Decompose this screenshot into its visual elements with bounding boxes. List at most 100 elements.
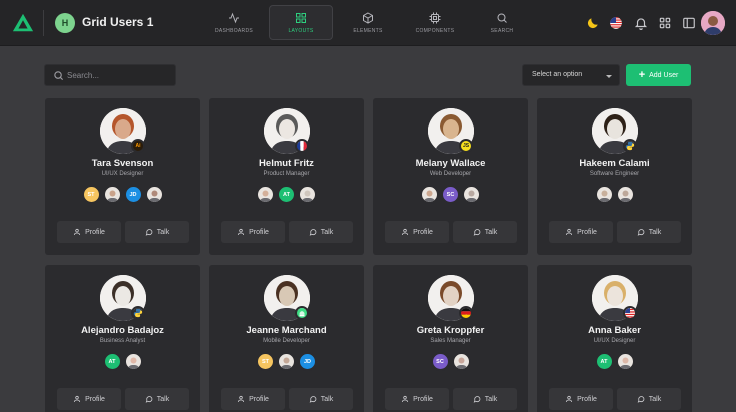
sidebar-toggle-icon [683,17,695,29]
select-value: Select an option [532,71,583,78]
talk-label: Talk [156,395,170,403]
talk-button[interactable]: Talk [617,388,681,410]
nav-label: COMPONENTS [415,27,455,34]
apps-button[interactable] [657,15,673,31]
workspace-avatar[interactable]: H [55,13,75,33]
talk-button[interactable]: Talk [289,388,353,410]
team-member-avatar[interactable] [144,185,164,204]
filter-select[interactable]: Select an option [522,64,620,86]
team-member-avatar[interactable] [298,185,317,204]
talk-label: Talk [648,228,662,236]
team-member-avatar[interactable] [451,352,471,371]
workspace-title: Grid Users 1 [82,15,154,29]
us-flag-badge-icon [623,306,637,320]
team-member-avatar[interactable] [123,352,143,371]
team-member-avatar[interactable]: ST [81,185,101,204]
team-member-avatar[interactable] [594,185,614,204]
profile-button[interactable]: Profile [549,388,613,410]
talk-button[interactable]: Talk [453,388,517,410]
nav-components[interactable]: COMPONENTS [403,5,467,40]
profile-button[interactable]: Profile [385,221,449,243]
search-field[interactable] [44,64,176,86]
user-avatar[interactable] [701,11,725,35]
team-member-avatar[interactable] [102,185,122,204]
talk-button[interactable]: Talk [125,388,189,410]
team-member-avatar[interactable]: SC [430,352,450,371]
user-card: Jeanne Marchand Mobile Developer ST JD Pr… [209,265,364,412]
add-user-button[interactable]: + Add User [626,64,691,86]
profile-button[interactable]: Profile [57,221,121,243]
profile-label: Profile [249,228,269,236]
team-member-avatar[interactable] [420,185,439,204]
theme-toggle[interactable] [585,15,601,31]
chat-icon [309,396,317,403]
profile-button[interactable]: Profile [221,221,285,243]
team-member-avatar[interactable]: AT [594,352,614,371]
team-member-avatar[interactable]: SC [441,185,460,204]
talk-button[interactable]: Talk [617,221,681,243]
logo-icon[interactable] [12,12,34,34]
user-photo [701,11,725,35]
nav-elements[interactable]: ELEMENTS [336,5,400,40]
team-member-avatar[interactable]: JD [123,185,143,204]
top-navbar: H Grid Users 1 DASHBOARDS LAYOUTS ELEMEN… [0,0,736,46]
de-flag-badge-icon [459,306,473,320]
notifications-button[interactable] [633,15,649,31]
team-member-avatar[interactable]: AT [102,352,122,371]
chat-icon [145,229,153,236]
grid-icon [296,12,306,23]
team-avatars: SC [373,352,528,372]
team-member-avatar[interactable]: ST [256,352,275,371]
team-member-photo [619,357,631,369]
profile-label: Profile [413,228,433,236]
profile-button[interactable]: Profile [57,388,121,410]
team-member-avatar[interactable] [256,185,275,204]
talk-button[interactable]: Talk [453,221,517,243]
user-card: JS Melany Wallace Web Developer SC Profi… [373,98,528,255]
box-icon [363,11,373,24]
nav-label: SEARCH [490,27,514,34]
team-member-photo [106,190,118,202]
user-icon [238,228,245,236]
talk-label: Talk [320,228,334,236]
team-member-avatar[interactable]: AT [277,185,296,204]
us-flag-icon [610,17,622,29]
team-member-avatar[interactable]: JD [298,352,317,371]
user-name: Helmut Fritz [259,158,314,169]
team-member-initials: SC [436,358,444,365]
search-input[interactable] [67,65,173,85]
talk-button[interactable]: Talk [125,221,189,243]
team-member-avatar[interactable] [615,352,635,371]
user-name: Anna Baker [588,325,641,336]
team-member-initials: JD [129,191,137,198]
sidebar-toggle-button[interactable] [681,15,697,31]
add-user-label: Add User [649,71,679,79]
team-member-avatar[interactable] [277,352,296,371]
nav-search[interactable]: SEARCH [470,5,534,40]
nav-layouts[interactable]: LAYOUTS [269,5,333,40]
talk-button[interactable]: Talk [289,221,353,243]
team-avatars: AT [537,352,692,372]
profile-label: Profile [85,228,105,236]
team-member-photo [619,190,631,202]
chat-icon [309,229,317,236]
team-avatars: SC [373,185,528,205]
profile-button[interactable]: Profile [549,221,613,243]
team-member-photo [280,357,293,369]
activity-icon [229,12,239,23]
nav-label: DASHBOARDS [214,27,253,34]
user-icon [566,395,573,403]
profile-button[interactable]: Profile [385,388,449,410]
user-icon [402,228,409,236]
user-role: UI/UX Designer [101,171,144,177]
team-member-initials: SC [446,191,455,198]
nav-label: ELEMENTS [353,27,383,34]
skill-badge: Ai [131,139,145,153]
nav-dashboards[interactable]: DASHBOARDS [202,5,266,40]
team-member-avatar[interactable] [615,185,635,204]
user-icon [74,228,81,236]
profile-button[interactable]: Profile [221,388,285,410]
talk-label: Talk [320,395,334,403]
language-selector[interactable] [608,15,624,31]
team-member-avatar[interactable] [462,185,481,204]
